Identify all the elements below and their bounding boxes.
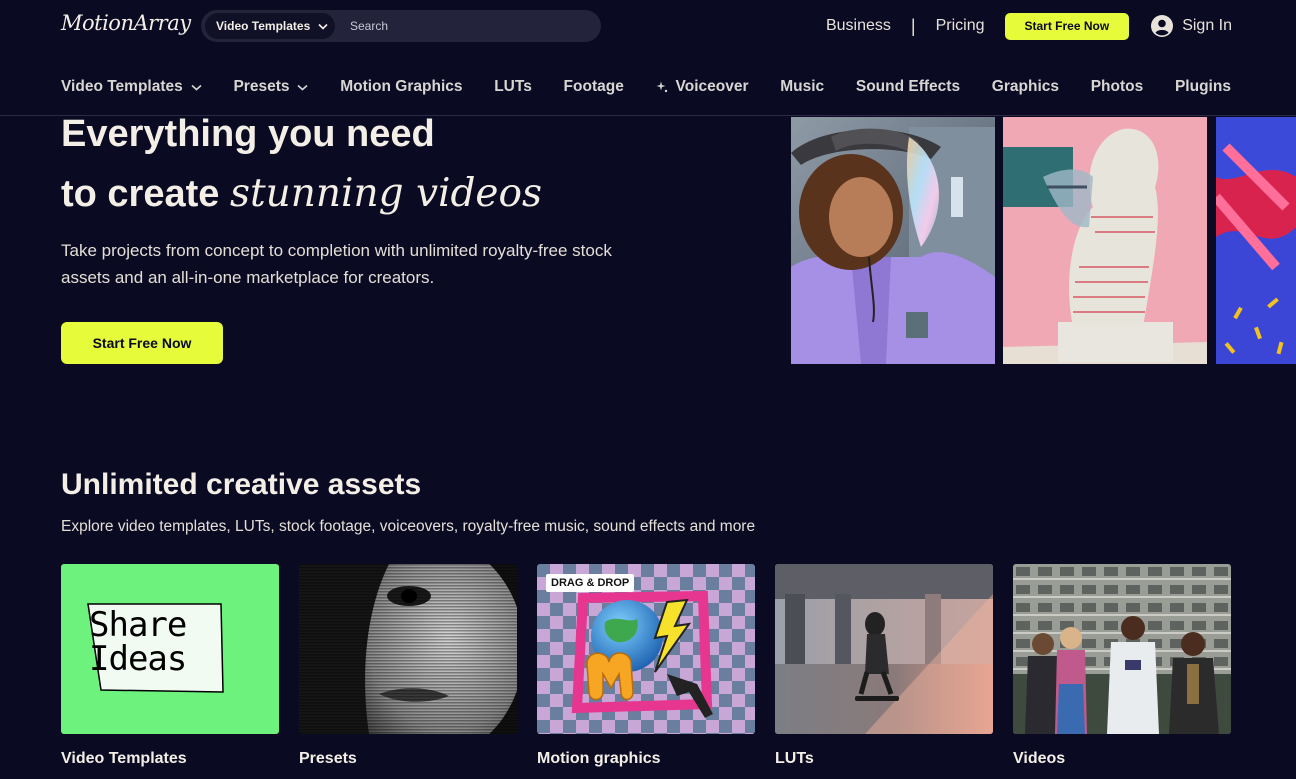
card-video-templates[interactable]: Share Ideas Video Templates <box>61 564 279 768</box>
card-label: Presets <box>299 750 357 767</box>
hero-image-abstract <box>1216 117 1296 364</box>
nav-item-photos[interactable]: Photos <box>1091 78 1144 96</box>
nav-item-music[interactable]: Music <box>780 78 824 96</box>
search-input[interactable] <box>341 13 591 39</box>
card-thumb-text: Share Ideas <box>89 605 187 679</box>
link-separator: | <box>910 15 916 36</box>
assets-title: Unlimited creative assets <box>61 468 422 501</box>
hero-title-plain: to create <box>61 173 220 215</box>
nav-item-label: Voiceover <box>675 78 749 95</box>
sparkle-icon <box>656 81 667 93</box>
card-label: LUTs <box>775 750 814 767</box>
nav-item-video-templates[interactable]: Video Templates <box>61 78 202 96</box>
card-luts[interactable]: LUTs <box>775 564 993 768</box>
card-label: Video Templates <box>61 750 187 767</box>
card-motion-graphics[interactable]: DRAG & DROP Motion graphics <box>537 564 755 768</box>
nav-item-plugins[interactable]: Plugins <box>1175 78 1231 96</box>
nav-item-presets[interactable]: Presets <box>233 78 309 96</box>
hero-subtitle: Take projects from concept to completion… <box>61 241 612 287</box>
sign-in-link[interactable]: Sign In <box>1151 15 1232 37</box>
search-category-dropdown[interactable]: Video Templates <box>205 13 335 39</box>
card-label: Videos <box>1013 750 1066 767</box>
hero-title: Everything you need to create stunning v… <box>61 104 761 224</box>
hero-title-italic: stunning videos <box>229 171 543 216</box>
business-link[interactable]: Business <box>826 17 891 35</box>
hero-gallery <box>791 117 1296 364</box>
card-thumbnail: DRAG & DROP <box>537 564 755 734</box>
card-label: Motion graphics <box>537 750 661 767</box>
card-thumbnail: Share Ideas <box>61 564 279 734</box>
start-free-now-button-top[interactable]: Start Free Now <box>1004 12 1130 40</box>
top-links: Business | Pricing Start Free Now Sign I… <box>826 12 1232 40</box>
nav-item-sound-effects[interactable]: Sound Effects <box>856 78 960 96</box>
chevron-down-icon <box>297 84 309 91</box>
user-icon <box>1151 15 1174 37</box>
nav-item-voiceover[interactable]: Voiceover <box>656 78 749 96</box>
hero-image-portrait <box>791 117 995 364</box>
nav-item-label: Video Templates <box>61 78 183 95</box>
pricing-link[interactable]: Pricing <box>936 17 985 35</box>
nav-item-footage[interactable]: Footage <box>564 78 624 96</box>
assets-subtitle: Explore video templates, LUTs, stock foo… <box>61 518 756 535</box>
search-bar: Video Templates <box>201 10 601 42</box>
chevron-down-icon <box>191 84 202 91</box>
sign-in-label: Sign In <box>1182 17 1232 34</box>
hero-title-line-1: Everything you need <box>61 113 435 155</box>
nav-item-graphics[interactable]: Graphics <box>992 78 1059 96</box>
card-presets[interactable]: Presets <box>299 564 517 768</box>
chevron-down-icon <box>318 23 328 30</box>
hero-title-line-2: to create stunning videos <box>61 164 761 224</box>
search-category-label: Video Templates <box>216 19 311 33</box>
card-thumbnail <box>1013 564 1231 734</box>
nav-list: Video Templates Presets Motion Graphics … <box>61 78 1231 96</box>
drag-and-drop-badge: DRAG & DROP <box>546 574 635 592</box>
card-thumbnail <box>299 564 517 734</box>
start-free-now-button[interactable]: Start Free Now <box>61 322 223 364</box>
nav-item-luts[interactable]: LUTs <box>494 78 532 96</box>
card-thumbnail <box>775 564 993 734</box>
logo[interactable]: MotionArray <box>61 11 191 35</box>
nav-item-label: Presets <box>233 78 290 95</box>
hero-image-bust <box>1003 117 1207 364</box>
nav-item-motion-graphics[interactable]: Motion Graphics <box>340 78 462 96</box>
card-videos[interactable]: Videos <box>1013 564 1231 768</box>
top-bar: MotionArray Video Templates Business | P… <box>0 0 1296 56</box>
